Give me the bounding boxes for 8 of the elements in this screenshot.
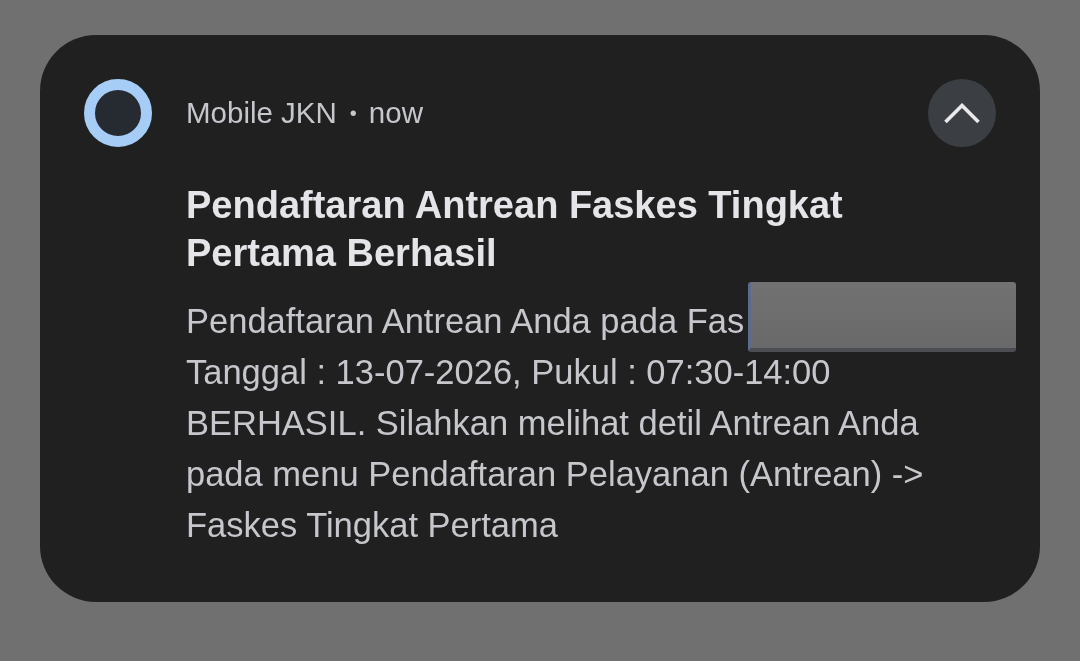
caret-icon xyxy=(944,102,980,124)
separator-dot: • xyxy=(349,101,357,125)
body-text-start: Pendaftaran Antrean Anda pada Fas xyxy=(186,301,745,342)
notification-body: Tanggal : 13-07-2026, Pukul : 07:30-14:00 BERHASIL. Silahkan melihat detil Antrean Anda pada menu Pendaftaran Pelayanan (Antrean) -> Faskes Tingkat Pertama xyxy=(186,352,925,546)
notification-time: now xyxy=(368,96,423,130)
notification-title: Pendaftaran Antrean Faskes Tingkat Pertama Berhasil xyxy=(186,183,844,276)
app-ring-icon xyxy=(84,79,152,147)
app-name: Mobile JKN xyxy=(186,96,337,130)
